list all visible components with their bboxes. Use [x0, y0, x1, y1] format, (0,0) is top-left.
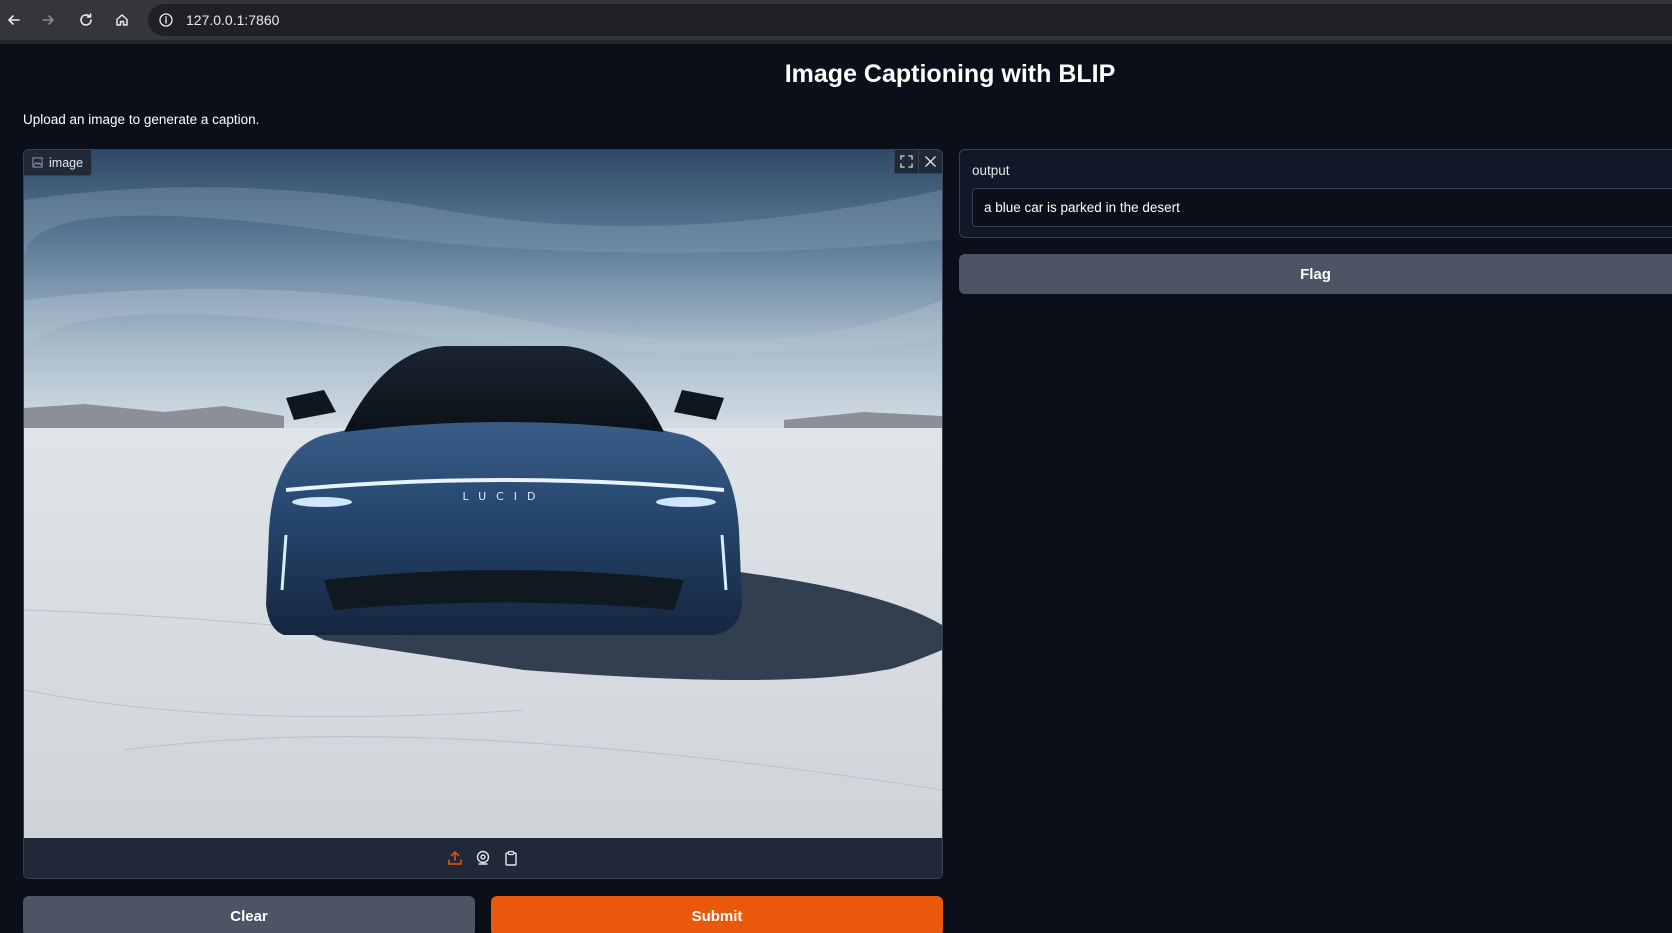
arrow-left-icon: [8, 15, 20, 25]
image-source-bar: [24, 838, 942, 878]
image-icon: [32, 157, 43, 168]
image-corner-controls: [894, 150, 942, 174]
svg-text:LUCID: LUCID: [462, 490, 545, 503]
back-button[interactable]: [0, 0, 28, 40]
home-icon: [116, 14, 128, 26]
info-icon[interactable]: [158, 12, 174, 28]
home-button[interactable]: [104, 0, 140, 40]
upload-source-button[interactable]: [446, 849, 464, 867]
remove-image-button[interactable]: [918, 150, 942, 174]
clear-button[interactable]: Clear: [23, 896, 475, 933]
reload-icon: [80, 13, 92, 26]
output-label: output: [972, 163, 1010, 178]
image-input-panel[interactable]: LUCID image: [23, 149, 943, 879]
upload-icon: [448, 851, 462, 865]
webcam-icon: [476, 850, 490, 865]
reload-button[interactable]: [68, 0, 104, 40]
toolbar-divider: [0, 40, 1672, 44]
forward-button[interactable]: [28, 0, 68, 40]
submit-button[interactable]: Submit: [491, 896, 943, 933]
webcam-source-button[interactable]: [474, 849, 492, 867]
image-label-text: image: [49, 155, 84, 170]
clipboard-source-button[interactable]: [502, 849, 520, 867]
close-icon: [925, 156, 936, 167]
page-title: Image Captioning with BLIP: [784, 60, 1116, 88]
output-textbox[interactable]: a blue car is parked in the desert: [972, 188, 1672, 227]
address-bar[interactable]: 127.0.0.1:7860: [148, 4, 1672, 36]
fullscreen-button[interactable]: [894, 150, 918, 174]
output-panel: output a blue car is parked in the deser…: [959, 149, 1672, 238]
browser-toolbar: 127.0.0.1:7860: [0, 0, 1672, 40]
image-input-label: image: [24, 150, 93, 176]
uploaded-image: LUCID: [24, 150, 942, 838]
flag-button[interactable]: Flag: [959, 254, 1672, 294]
page-description: Upload an image to generate a caption.: [23, 112, 260, 127]
clipboard-icon: [505, 850, 517, 866]
fullscreen-icon: [900, 155, 913, 168]
arrow-right-icon: [42, 15, 54, 25]
url-text[interactable]: 127.0.0.1:7860: [186, 12, 279, 28]
car-photo: LUCID: [24, 150, 942, 838]
